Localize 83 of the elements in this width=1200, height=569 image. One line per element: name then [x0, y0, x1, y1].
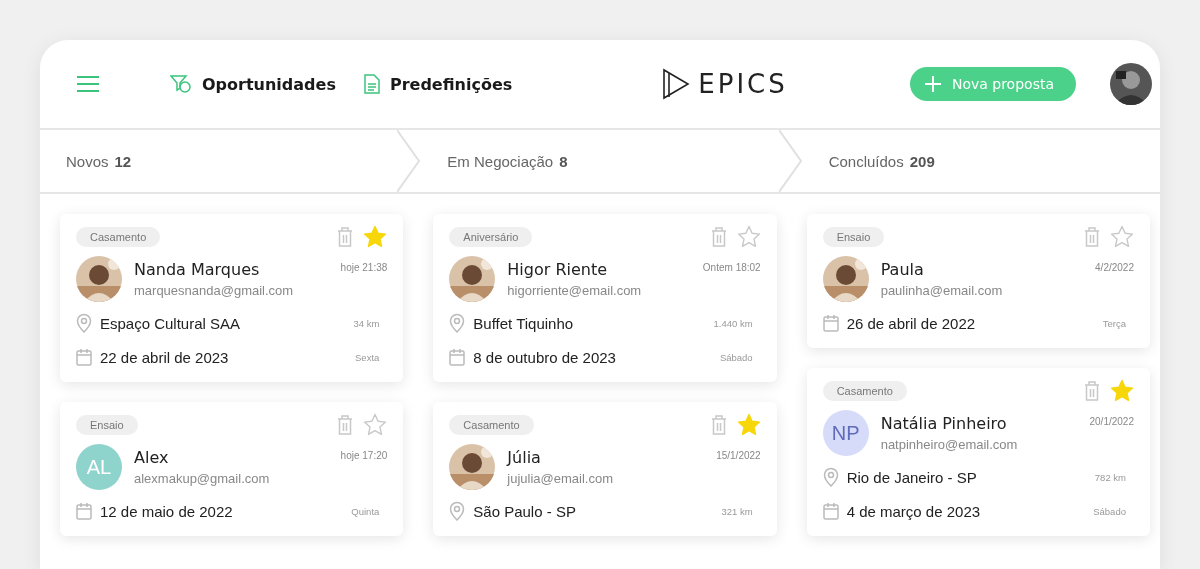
- distance-text: 782 km: [1094, 471, 1127, 483]
- trash-icon: [710, 227, 727, 247]
- client-name: Natália Pinheiro: [880, 414, 1008, 433]
- client-email: marquesnanda@gmail.com: [134, 283, 295, 298]
- star-icon[interactable]: [363, 225, 388, 249]
- event-date: 22 de abril de 2023: [100, 348, 229, 366]
- location-pin-icon: [449, 313, 466, 333]
- weekday-text: Sábado: [1093, 505, 1127, 517]
- client-email: jujulia@email.com: [507, 471, 614, 486]
- calendar-icon: [449, 348, 466, 366]
- timestamp: hoje 21:38: [340, 262, 388, 273]
- event-date: 12 de maio de 2022: [100, 502, 233, 520]
- timestamp: 20/1/2022: [1089, 416, 1134, 427]
- distance-text: 34 km: [353, 317, 381, 329]
- client-email: alexmakup@gmail.com: [134, 471, 271, 486]
- pipeline-stage-tab[interactable]: Novos 12: [40, 130, 398, 192]
- event-date: 8 de outubro de 2023: [473, 348, 616, 366]
- calendar-icon: [76, 502, 92, 520]
- delete-button[interactable]: [337, 227, 354, 247]
- pipeline-stage-tab[interactable]: Concluídos 209: [802, 130, 1160, 192]
- event-date: 4 de março de 2023: [846, 502, 981, 520]
- category-tag: Ensaio: [76, 415, 138, 435]
- logo-icon: [662, 68, 691, 100]
- calendar-icon: [822, 502, 839, 520]
- weekday-text: Terça: [1102, 317, 1127, 329]
- client-name: Nanda Marques: [134, 260, 261, 279]
- menu-button[interactable]: [76, 75, 100, 93]
- initials-avatar: NP: [822, 410, 869, 456]
- delete-button[interactable]: [710, 227, 727, 247]
- delete-button[interactable]: [337, 415, 354, 435]
- trash-icon: [1084, 381, 1100, 401]
- timestamp: Ontem 18:02: [702, 262, 761, 273]
- funnel-icon: [170, 74, 192, 94]
- category-tag: Aniversário: [449, 227, 533, 247]
- logo-text: EPICS: [698, 69, 788, 99]
- client-name: Paula: [880, 260, 925, 279]
- distance-text: 321 km: [721, 505, 754, 517]
- category-tag: Casamento: [449, 415, 534, 435]
- timestamp: 4/2/2022: [1095, 262, 1134, 273]
- calendar-icon: [822, 314, 839, 332]
- timestamp: 15/1/2022: [716, 450, 761, 461]
- star-icon[interactable]: [1110, 225, 1134, 249]
- delete-button[interactable]: [710, 415, 727, 435]
- location-pin-icon: [449, 501, 466, 521]
- client-email: higorriente@email.com: [507, 283, 643, 298]
- star-icon[interactable]: [736, 413, 761, 437]
- trash-icon: [710, 415, 727, 435]
- calendar-icon: [76, 348, 92, 366]
- trash-icon: [1084, 227, 1100, 247]
- nav-link[interactable]: Oportunidades: [170, 74, 336, 94]
- delete-button[interactable]: [1084, 227, 1100, 247]
- client-name: Higor Riente: [507, 260, 609, 279]
- initials-avatar: AL: [76, 444, 122, 490]
- client-name: Alex: [134, 448, 170, 467]
- trash-icon: [337, 227, 354, 247]
- venue-text: Buffet Tiquinho: [473, 314, 574, 332]
- trash-icon: [337, 415, 354, 435]
- category-tag: Casamento: [76, 227, 161, 247]
- event-date: 26 de abril de 2022: [846, 314, 976, 332]
- venue-text: São Paulo - SP: [473, 502, 576, 520]
- star-icon[interactable]: [363, 413, 388, 437]
- star-icon[interactable]: [1110, 379, 1134, 403]
- location-pin-icon: [76, 313, 92, 333]
- document-icon: [363, 74, 380, 94]
- venue-text: Rio de Janeiro - SP: [846, 468, 977, 486]
- weekday-text: Sábado: [719, 351, 754, 363]
- location-pin-icon: [822, 467, 839, 487]
- client-email: natpinheiro@email.com: [880, 437, 1019, 452]
- star-icon[interactable]: [736, 225, 761, 249]
- distance-text: 1.440 km: [713, 317, 754, 329]
- pipeline-stage-tab[interactable]: Em Negociação 8: [421, 130, 779, 192]
- timestamp: hoje 17:20: [340, 450, 388, 461]
- category-tag: Ensaio: [822, 227, 885, 247]
- category-tag: Casamento: [822, 381, 907, 401]
- venue-text: Espaço Cultural SAA: [100, 314, 241, 332]
- weekday-text: Sexta: [355, 351, 381, 363]
- delete-button[interactable]: [1084, 381, 1100, 401]
- plus-icon: [923, 75, 942, 93]
- weekday-text: Quinta: [351, 505, 381, 517]
- nav-link[interactable]: Predefinições: [363, 74, 513, 94]
- client-name: Júlia: [507, 448, 542, 467]
- menu-icon: [76, 75, 100, 93]
- client-email: paulinha@email.com: [880, 283, 1004, 298]
